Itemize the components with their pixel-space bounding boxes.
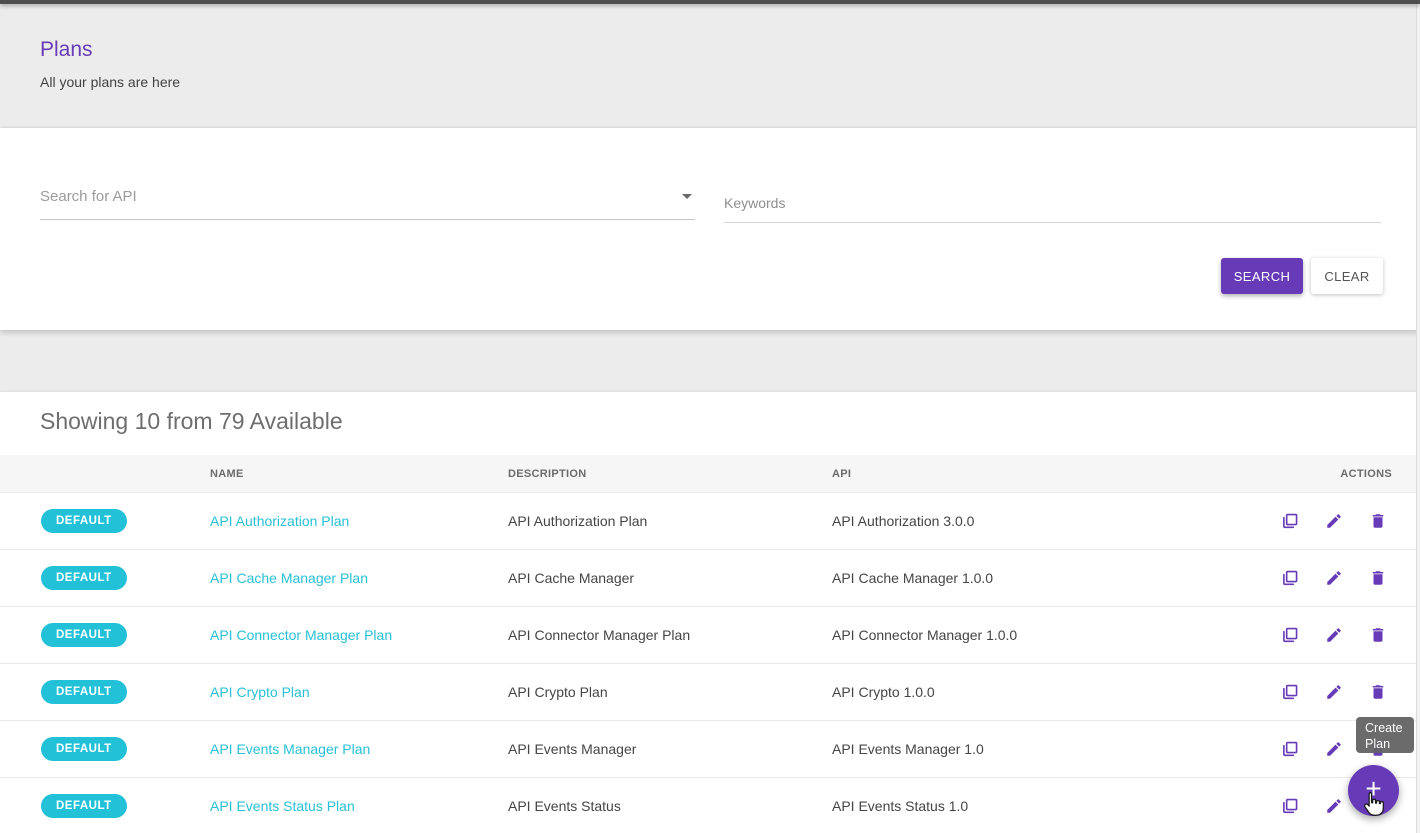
table-body: DEFAULT API Authorization Plan API Autho… (0, 493, 1420, 833)
plan-api: API Authorization 3.0.0 (832, 513, 974, 529)
page-subtitle: All your plans are here (40, 74, 180, 90)
table-row: DEFAULT API Crypto Plan API Crypto Plan … (0, 664, 1420, 721)
plan-description: API Crypto Plan (508, 684, 608, 700)
row-actions (1281, 683, 1387, 701)
column-header-api: API (832, 468, 851, 480)
page-header: Plans All your plans are here (0, 4, 1420, 128)
clear-button[interactable]: CLEAR (1311, 258, 1383, 294)
edit-pencil-icon[interactable] (1325, 512, 1343, 530)
table-row: DEFAULT API Events Manager Plan API Even… (0, 721, 1420, 778)
default-badge: DEFAULT (41, 680, 127, 704)
delete-trash-icon[interactable] (1369, 569, 1387, 587)
edit-pencil-icon[interactable] (1325, 569, 1343, 587)
table-row: DEFAULT API Connector Manager Plan API C… (0, 607, 1420, 664)
keywords-input[interactable] (724, 184, 1381, 223)
delete-trash-icon[interactable] (1369, 626, 1387, 644)
table-row: DEFAULT API Cache Manager Plan API Cache… (0, 550, 1420, 607)
search-button[interactable]: SEARCH (1221, 258, 1303, 294)
default-badge: DEFAULT (41, 737, 127, 761)
table-row: DEFAULT API Authorization Plan API Autho… (0, 493, 1420, 550)
plans-page: Plans All your plans are here Search for… (0, 0, 1420, 833)
table-row: DEFAULT API Events Status Plan API Event… (0, 778, 1420, 833)
badge-cell: DEFAULT (41, 623, 127, 647)
badge-cell: DEFAULT (41, 509, 127, 533)
table-header-row: NAME DESCRIPTION API ACTIONS (0, 455, 1420, 493)
hand-pointer-cursor (1360, 791, 1385, 819)
delete-trash-icon[interactable] (1369, 683, 1387, 701)
plan-description: API Events Manager (508, 741, 636, 757)
row-actions (1281, 626, 1387, 644)
results-summary: Showing 10 from 79 Available (40, 408, 343, 435)
plan-name-link[interactable]: API Cache Manager Plan (210, 570, 368, 586)
copy-icon[interactable] (1281, 740, 1299, 758)
delete-trash-icon[interactable] (1369, 512, 1387, 530)
plan-name-link[interactable]: API Authorization Plan (210, 513, 349, 529)
plan-name-link[interactable]: API Crypto Plan (210, 684, 310, 700)
plan-description: API Authorization Plan (508, 513, 647, 529)
plan-api: API Events Manager 1.0 (832, 741, 984, 757)
copy-icon[interactable] (1281, 626, 1299, 644)
top-appbar-edge (0, 0, 1420, 4)
copy-icon[interactable] (1281, 569, 1299, 587)
default-badge: DEFAULT (41, 509, 127, 533)
row-actions (1281, 569, 1387, 587)
edit-pencil-icon[interactable] (1325, 797, 1343, 815)
vertical-scrollbar[interactable] (1416, 0, 1420, 833)
create-plan-tooltip: Create Plan (1356, 717, 1414, 753)
column-header-name: NAME (210, 468, 244, 480)
plan-api: API Connector Manager 1.0.0 (832, 627, 1017, 643)
chevron-down-icon (682, 194, 692, 199)
column-header-actions: ACTIONS (1340, 468, 1392, 480)
api-select[interactable]: Search for API (40, 180, 695, 220)
copy-icon[interactable] (1281, 512, 1299, 530)
badge-cell: DEFAULT (41, 566, 127, 590)
badge-cell: DEFAULT (41, 737, 127, 761)
plan-description: API Cache Manager (508, 570, 634, 586)
default-badge: DEFAULT (41, 566, 127, 590)
badge-cell: DEFAULT (41, 680, 127, 704)
plan-api: API Cache Manager 1.0.0 (832, 570, 993, 586)
plan-name-link[interactable]: API Connector Manager Plan (210, 627, 392, 643)
copy-icon[interactable] (1281, 683, 1299, 701)
page-title: Plans (40, 38, 93, 62)
results-panel: Showing 10 from 79 Available NAME DESCRI… (0, 392, 1420, 833)
plan-api: API Crypto 1.0.0 (832, 684, 935, 700)
plan-name-link[interactable]: API Events Status Plan (210, 798, 355, 814)
default-badge: DEFAULT (41, 794, 127, 818)
badge-cell: DEFAULT (41, 794, 127, 818)
edit-pencil-icon[interactable] (1325, 626, 1343, 644)
row-actions (1281, 512, 1387, 530)
plan-name-link[interactable]: API Events Manager Plan (210, 741, 370, 757)
plan-api: API Events Status 1.0 (832, 798, 968, 814)
api-select-placeholder: Search for API (40, 188, 137, 205)
copy-icon[interactable] (1281, 797, 1299, 815)
edit-pencil-icon[interactable] (1325, 683, 1343, 701)
plan-description: API Events Status (508, 798, 621, 814)
search-panel: Search for API SEARCH CLEAR (0, 128, 1420, 330)
plan-description: API Connector Manager Plan (508, 627, 690, 643)
default-badge: DEFAULT (41, 623, 127, 647)
column-header-description: DESCRIPTION (508, 468, 586, 480)
edit-pencil-icon[interactable] (1325, 740, 1343, 758)
